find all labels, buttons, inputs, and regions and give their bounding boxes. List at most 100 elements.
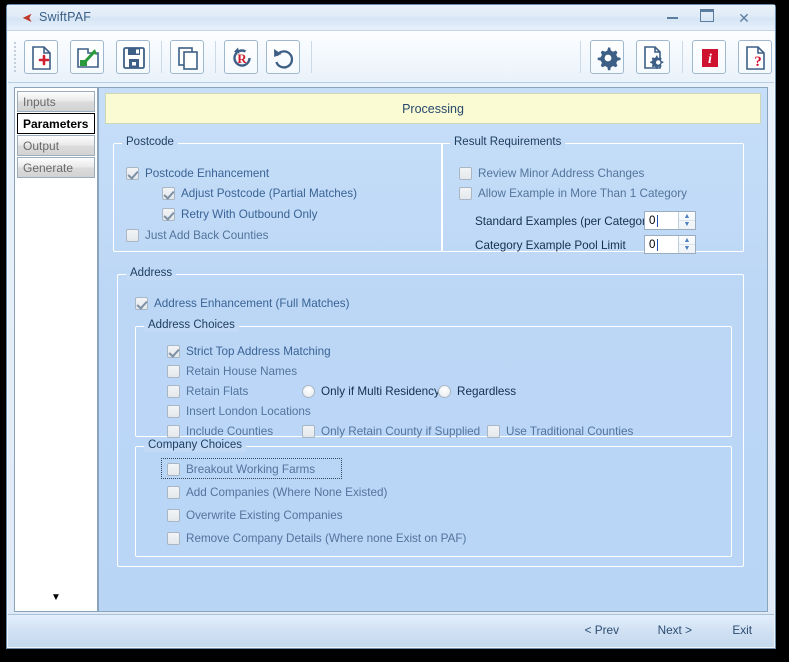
stepper-buttons[interactable]: ▲ ▼ — [678, 236, 695, 253]
copy-pages-icon — [178, 47, 198, 70]
address-group: Address Address Enhancement (Full Matche… — [117, 267, 744, 567]
stepper-buttons[interactable]: ▲ ▼ — [678, 212, 695, 229]
checkbox-use-traditional-counties[interactable]: Use Traditional Counties — [487, 425, 633, 438]
checkbox-overwrite-existing-companies[interactable]: Overwrite Existing Companies — [167, 509, 343, 522]
checkbox-label: Retain Flats — [186, 385, 249, 398]
sidebar-item-parameters[interactable]: Parameters — [17, 113, 95, 134]
document-settings-button[interactable] — [636, 40, 670, 74]
toolbar-separator — [311, 41, 312, 73]
checkbox-label: Review Minor Address Changes — [478, 167, 645, 180]
window-title: SwiftPAF — [39, 10, 92, 24]
save-file-button[interactable] — [116, 40, 150, 74]
toolbar-separator — [161, 41, 162, 73]
checkbox-breakout-working-farms[interactable]: Breakout Working Farms — [167, 463, 315, 476]
next-button[interactable]: Next > — [658, 623, 692, 640]
checkbox-label: Allow Example in More Than 1 Category — [478, 187, 687, 200]
category-pool-limit-label: Category Example Pool Limit — [475, 239, 626, 252]
checkbox-box — [162, 187, 175, 200]
checkbox-only-retain-county-if-supplied[interactable]: Only Retain County if Supplied — [302, 425, 480, 438]
svg-text:R: R — [237, 51, 247, 66]
checkbox-address-enhancement[interactable]: Address Enhancement (Full Matches) — [135, 297, 350, 310]
page-plus-icon — [32, 46, 51, 70]
undo-arrow-icon — [274, 49, 294, 69]
radio-label: Regardless — [457, 385, 517, 398]
checkbox-just-add-back-counties[interactable]: Just Add Back Counties — [126, 229, 268, 242]
checkbox-box — [167, 532, 180, 545]
checkbox-box — [302, 425, 315, 438]
settings-button[interactable] — [590, 40, 624, 74]
reset-button[interactable]: R — [224, 40, 258, 74]
sidebar-item-generate[interactable]: Generate — [17, 157, 95, 178]
page-title: Processing — [105, 93, 761, 124]
checkbox-allow-example-multi-category[interactable]: Allow Example in More Than 1 Category — [459, 187, 687, 200]
checkbox-box — [487, 425, 500, 438]
undo-button[interactable] — [266, 40, 300, 74]
checkbox-box — [167, 509, 180, 522]
checkbox-box — [167, 385, 180, 398]
checkbox-adjust-postcode[interactable]: Adjust Postcode (Partial Matches) — [162, 187, 357, 200]
checkbox-label: Just Add Back Counties — [145, 229, 269, 242]
sidebar-item-label: Generate — [23, 161, 74, 175]
checkbox-insert-london-locations[interactable]: Insert London Locations — [167, 405, 311, 418]
category-pool-limit-stepper[interactable]: 0 ▲ ▼ — [644, 235, 696, 254]
checkbox-label: Breakout Working Farms — [186, 463, 316, 476]
exit-button[interactable]: Exit — [732, 623, 752, 640]
standard-examples-stepper[interactable]: 0 ▲ ▼ — [644, 211, 696, 230]
checkbox-retain-house-names[interactable]: Retain House Names — [167, 365, 297, 378]
info-button[interactable]: i — [692, 40, 726, 74]
checkbox-label: Add Companies (Where None Existed) — [186, 486, 388, 499]
checkbox-label: Include Counties — [186, 425, 274, 438]
checkbox-strict-top-address-matching[interactable]: Strict Top Address Matching — [167, 345, 331, 358]
open-file-button[interactable] — [70, 40, 104, 74]
sidebar-item-output[interactable]: Output — [17, 135, 95, 156]
chevron-down-icon[interactable]: ▼ — [15, 593, 97, 603]
new-file-button[interactable] — [24, 40, 58, 74]
toolbar-grip[interactable] — [13, 41, 17, 73]
help-button[interactable]: ? — [738, 40, 772, 74]
checkbox-include-counties[interactable]: Include Counties — [167, 425, 273, 438]
swift-arrow-logo-icon: ➤ — [22, 10, 33, 25]
checkbox-add-companies[interactable]: Add Companies (Where None Existed) — [167, 486, 387, 499]
checkbox-box — [167, 345, 180, 358]
group-legend: Address Choices — [144, 319, 239, 332]
page-question-icon: ? — [746, 46, 765, 70]
company-choices-group: Company Choices Breakout Working Farms A… — [135, 439, 732, 557]
checkbox-label: Adjust Postcode (Partial Matches) — [181, 187, 358, 200]
group-legend: Postcode — [122, 136, 178, 149]
checkbox-retain-flats[interactable]: Retain Flats — [167, 385, 248, 398]
maximize-button[interactable] — [692, 9, 722, 27]
folder-open-icon — [77, 48, 99, 68]
sidebar-item-inputs[interactable]: Inputs — [17, 91, 95, 112]
minimize-button[interactable] — [657, 9, 687, 27]
checkbox-box — [126, 229, 139, 242]
checkbox-remove-company-details[interactable]: Remove Company Details (Where none Exist… — [167, 532, 466, 545]
checkbox-review-minor-address-changes[interactable]: Review Minor Address Changes — [459, 167, 644, 180]
stepper-down-icon[interactable]: ▼ — [679, 243, 695, 254]
text-caret — [657, 239, 658, 251]
text-caret — [657, 215, 658, 227]
stepper-down-icon[interactable]: ▼ — [679, 219, 695, 230]
application-window: ➤ SwiftPAF ✕ R i ? Inputs Parameters Out… — [6, 4, 776, 649]
checkbox-box — [167, 463, 180, 476]
toolbar-separator — [682, 41, 683, 73]
radio-only-if-multi-residency[interactable]: Only if Multi Residency — [302, 385, 440, 398]
radio-regardless[interactable]: Regardless — [438, 385, 516, 398]
checkbox-box — [459, 187, 472, 200]
footer-bar: < Prev Next > Exit — [8, 614, 774, 647]
group-legend: Result Requirements — [450, 136, 566, 149]
prev-button[interactable]: < Prev — [585, 623, 619, 640]
copy-button[interactable] — [170, 40, 204, 74]
toolbar: R i ? — [8, 31, 774, 83]
info-i-icon: i — [702, 49, 718, 67]
close-button[interactable]: ✕ — [729, 9, 759, 27]
checkbox-retry-outbound[interactable]: Retry With Outbound Only — [162, 208, 317, 221]
checkbox-postcode-enhancement[interactable]: Postcode Enhancement — [126, 167, 269, 180]
checkbox-label: Only Retain County if Supplied — [321, 425, 481, 438]
group-frame — [135, 326, 732, 437]
page-gear-icon — [644, 46, 664, 69]
stepper-value: 0 — [649, 215, 656, 227]
sidebar: Inputs Parameters Output Generate ▼ — [14, 87, 98, 612]
group-legend: Company Choices — [144, 439, 246, 452]
sidebar-item-label: Output — [23, 139, 60, 153]
sidebar-item-label: Parameters — [23, 117, 89, 131]
